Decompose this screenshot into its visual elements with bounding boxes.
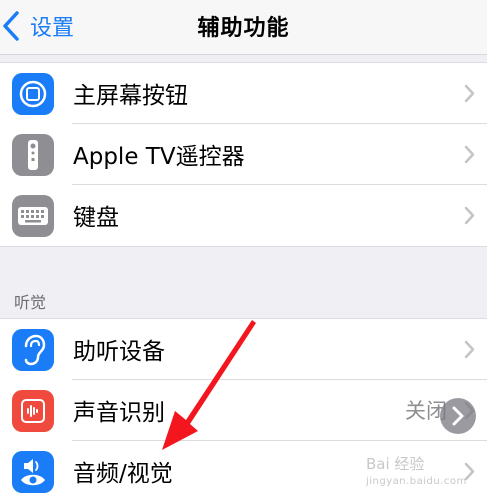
chevron-right-icon <box>452 406 464 426</box>
floating-next-button[interactable] <box>440 398 476 434</box>
section-header-hearing: 听觉 <box>14 293 47 312</box>
row-hearing-devices[interactable]: 助听设备 <box>0 319 487 380</box>
chevron-right-icon <box>464 84 475 103</box>
chevron-right-icon <box>464 206 475 225</box>
row-label: 助听设备 <box>73 339 165 365</box>
chevron-right-icon <box>464 145 475 164</box>
row-label: Apple TV遥控器 <box>73 144 245 170</box>
row-label: 音频/视觉 <box>73 461 173 487</box>
watermark-title: Bai 经验 <box>366 455 425 473</box>
row-home-button[interactable]: 主屏幕按钮 <box>0 63 487 124</box>
interaction-group: 主屏幕按钮 Apple TV遥控器 键盘 <box>0 62 487 247</box>
sound-recognition-icon <box>12 390 54 432</box>
ear-icon <box>12 329 54 371</box>
watermark: Bai 经验 jingyan.baidu.com <box>366 455 467 491</box>
apple-tv-remote-icon <box>12 134 54 176</box>
home-button-icon <box>12 73 54 115</box>
row-label: 主屏幕按钮 <box>73 83 188 109</box>
audio-visual-icon <box>12 451 54 493</box>
watermark-url: jingyan.baidu.com <box>366 476 467 487</box>
navigation-bar: 设置 辅助功能 <box>0 0 487 55</box>
row-label: 键盘 <box>73 205 119 231</box>
chevron-right-icon <box>464 340 475 359</box>
row-sound-recognition[interactable]: 声音识别 关闭 <box>0 380 487 441</box>
keyboard-icon <box>12 195 54 237</box>
row-apple-tv-remote[interactable]: Apple TV遥控器 <box>0 124 487 185</box>
page-title: 辅助功能 <box>197 16 290 41</box>
row-keyboard[interactable]: 键盘 <box>0 185 487 246</box>
row-label: 声音识别 <box>73 400 165 426</box>
